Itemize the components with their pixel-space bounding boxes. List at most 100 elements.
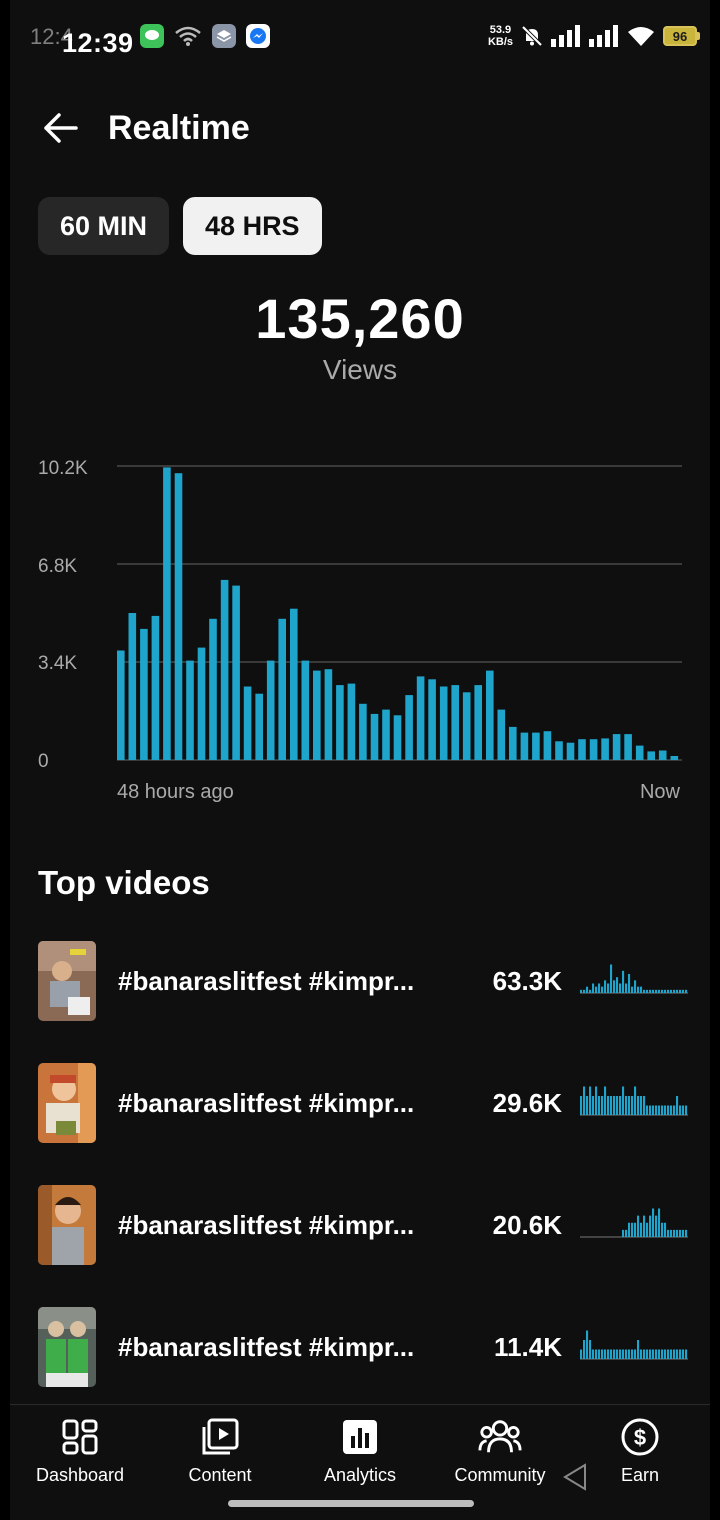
nav-earn[interactable]: $ Earn [570,1415,710,1486]
sparkline-bar [655,989,658,993]
sparkline-bar [664,1222,667,1237]
sparkline-bar [661,989,664,993]
nav-dashboard[interactable]: Dashboard [10,1415,150,1486]
toggle-60-min[interactable]: 60 MIN [38,197,170,255]
x-start-label: 48 hours ago [117,781,234,803]
sparkline-bar [628,974,631,993]
video-row[interactable]: #banaraslitfest #kimpr... 63.3K [38,940,688,1022]
sparkline-bar [652,1349,655,1359]
sparkline-bar [652,989,655,993]
header: Realtime [38,100,250,156]
content-icon [198,1415,242,1459]
sparkline-bar [661,1222,664,1237]
sparkline-bar [613,1096,616,1115]
sparkline-bar [682,1229,685,1238]
sparkline-bar [604,1086,607,1115]
sparkline-bar [598,1349,601,1359]
sparkline-bar [658,1349,661,1359]
y-tick-0: 0 [38,751,49,772]
sparkline-bar [595,1086,598,1115]
sparkline-bar [598,1096,601,1115]
chart-bar [313,670,321,760]
sparkline-bar [628,1222,631,1237]
sparkline-bar [583,1340,586,1359]
y-tick-6-8k: 6.8K [38,556,77,577]
network-speed-unit: KB/s [487,36,513,48]
earn-icon: $ [618,1415,662,1459]
chart-bar [486,670,494,760]
sparkline-bar [637,1096,640,1115]
sparkline-bar [634,1222,637,1237]
analytics-icon [338,1415,382,1459]
sparkline-bar [643,1096,646,1115]
sparkline-bar [640,1222,643,1237]
signal-2-icon [589,25,618,47]
sparkline-bar [610,1349,613,1359]
sparkline-bar [637,1340,640,1359]
sparkline-bar [580,989,583,993]
sparkline-bar [685,989,688,993]
back-button[interactable] [38,106,82,150]
chart-bar [117,650,125,760]
system-back-icon[interactable] [560,1462,590,1492]
video-thumbnail [38,941,96,1021]
nav-content[interactable]: Content [150,1415,290,1486]
video-row[interactable]: #banaraslitfest #kimpr... 20.6K [38,1184,688,1266]
chart-bar [255,693,263,760]
time-range-toggle: 60 MIN 48 HRS [38,197,322,255]
toggle-48-hrs[interactable]: 48 HRS [183,197,322,255]
nav-community[interactable]: Community [430,1415,570,1486]
chart-bar [439,686,448,760]
sparkline-bar [622,970,625,993]
views-chart: 10.2K 6.8K 3.4K 0 48 hours ago Now [10,440,710,820]
chart-bar [405,695,413,760]
video-title: #banaraslitfest #kimpr... [118,965,415,996]
sparkline-bar [595,986,598,993]
sparkline-bar [646,1105,649,1115]
sparkline-bar [634,980,637,993]
chart-bar [635,745,644,760]
y-tick-3-4k: 3.4K [38,653,77,674]
sparkline-bar [592,983,595,993]
chart-bar [393,715,402,760]
sparkline-bar [598,983,601,993]
sparkline-bar [676,1229,679,1238]
sparkline-bar [670,1105,673,1115]
sparkline-bar [634,1349,637,1359]
chart-bar [197,647,206,760]
sparkline-bar [679,1105,682,1115]
views-bar-chart: 10.2K 6.8K 3.4K 0 48 hours ago Now [38,458,682,803]
sparkline-bar [619,1349,622,1359]
sparkline-bar [673,989,676,993]
total-views: 135,260 [255,287,465,350]
chart-bar [520,732,529,760]
nav-analytics[interactable]: Analytics [290,1415,430,1486]
sparkline-bar [637,986,640,993]
sparkline-bar [658,1105,661,1115]
video-row[interactable]: #banaraslitfest #kimpr... 29.6K [38,1062,688,1144]
chart-bar [220,579,229,760]
messages-icon [140,24,164,48]
sparkline-bar [649,1349,652,1359]
sparkline-bar [673,1105,676,1115]
sparkline-bar [670,1229,673,1238]
chart-bar [140,628,148,760]
chart-bar [658,750,667,760]
sparkline-bar [646,1349,649,1359]
chart-bar [578,739,586,760]
chart-bar [128,613,137,760]
home-indicator[interactable] [228,1500,474,1507]
sparkline-bar [649,989,652,993]
sparkline-bar [634,1086,637,1115]
sparkline-bar [649,1105,652,1115]
sparkline-bar [607,1096,610,1115]
battery-icon: 96 [663,26,700,46]
video-row[interactable]: #banaraslitfest #kimpr... 11.4K [38,1306,688,1388]
chart-bar [301,660,310,760]
sparkline-bar [610,964,613,993]
chart-bar [347,683,356,760]
sparkline-bar [631,1096,634,1115]
sparkline-bar [622,1349,625,1359]
sparkline-bar [658,989,661,993]
wifi-icon [628,27,654,46]
